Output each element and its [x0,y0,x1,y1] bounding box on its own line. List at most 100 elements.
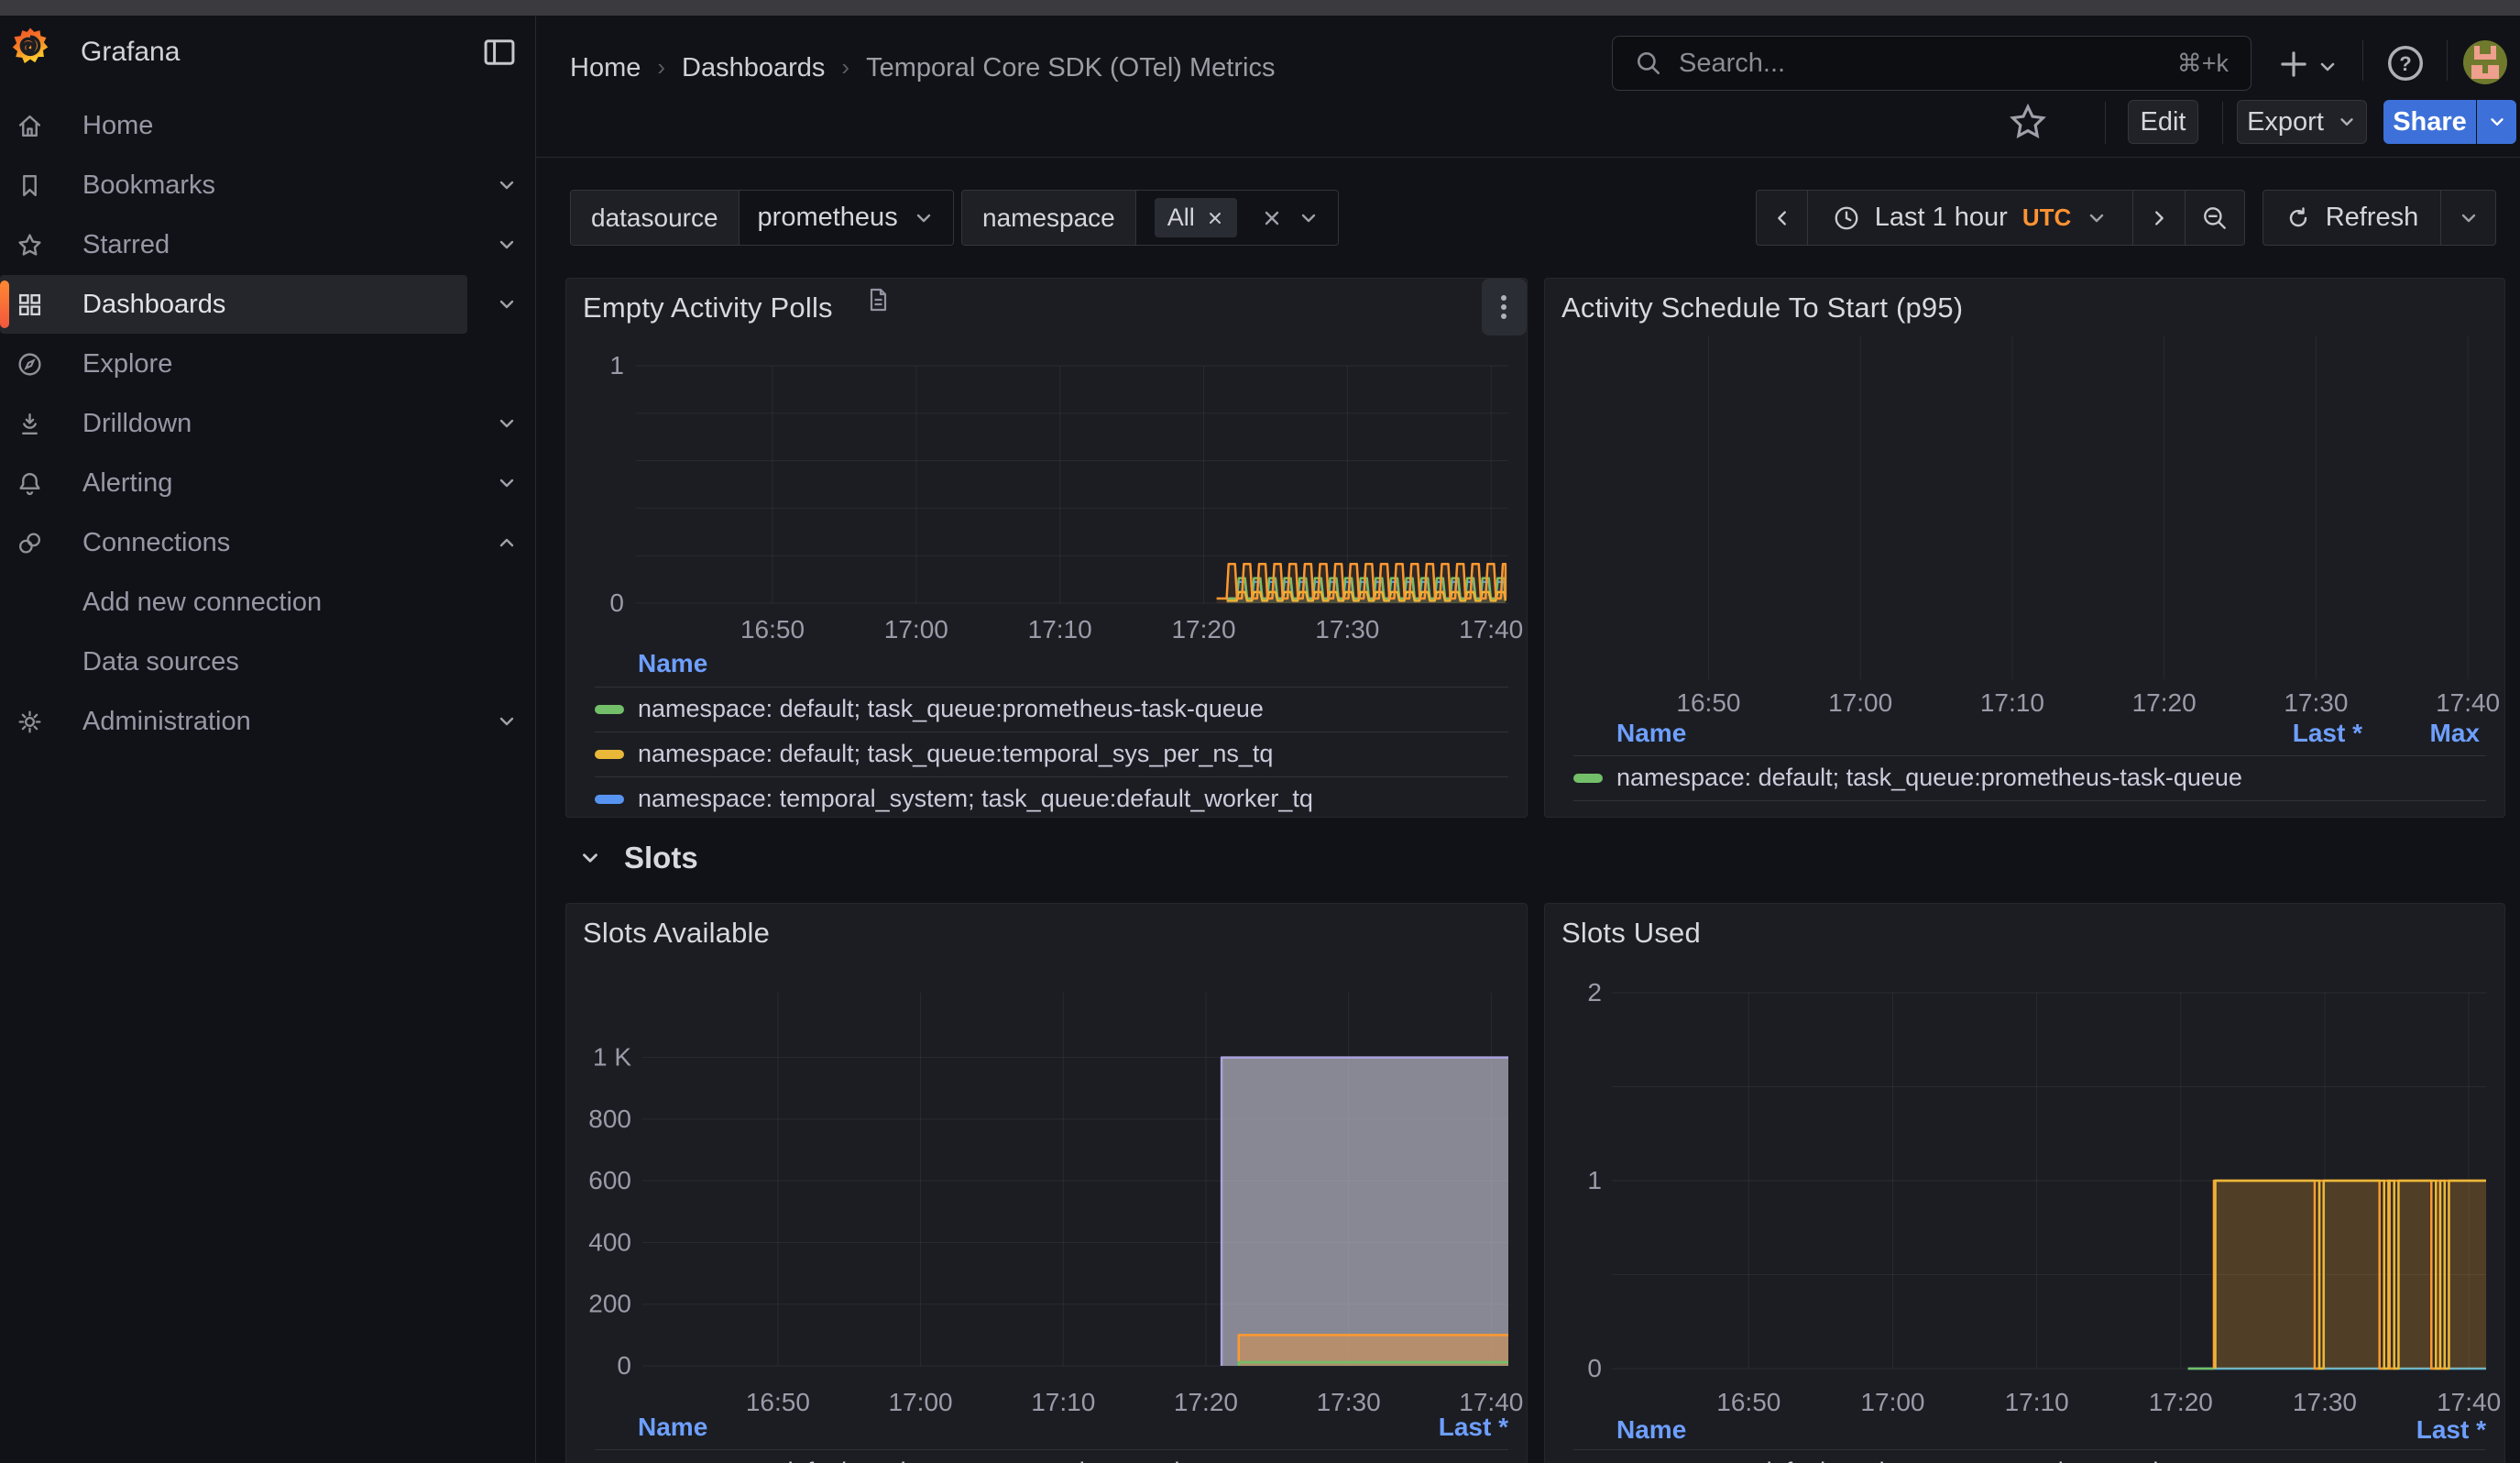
sidebar-item-connections[interactable]: Connections [0,513,535,572]
avatar[interactable] [2463,40,2507,84]
legend-series-swatch[interactable] [595,795,624,804]
time-back-button[interactable] [1756,190,1808,246]
breadcrumb-separator-icon: › [838,53,853,82]
legend-series-label[interactable]: namespace: default; task_queue:prometheu… [638,1458,1264,1463]
grafana-app: Grafana Home › Dashboards › Temporal Cor… [0,0,2520,1463]
sidebar-item-bookmarks[interactable]: Bookmarks [0,156,535,214]
chevron-down-icon[interactable] [496,472,518,494]
legend-separator [595,687,1508,688]
chevron-down-icon[interactable] [496,710,518,732]
refresh-button[interactable]: Refresh [2263,190,2441,246]
sidebar-item-administration[interactable]: Administration [0,692,535,751]
breadcrumb-home[interactable]: Home [570,53,641,83]
datasource-filter: datasource prometheus [570,190,954,246]
legend-column-name[interactable]: Name [638,649,707,678]
add-chevron-down-icon[interactable] [2317,56,2339,78]
chevron-down-icon[interactable] [496,293,518,315]
svg-text:17:30: 17:30 [2293,1388,2357,1416]
gear-icon [16,709,43,735]
legend-column-last[interactable]: Last * [566,1413,1508,1442]
time-forward-button[interactable] [2133,190,2186,246]
top-navbar: Grafana Home › Dashboards › Temporal Cor… [0,16,2520,89]
svg-text:0: 0 [1587,1354,1602,1382]
share-chevron-button[interactable] [2477,100,2516,144]
sidebar-item-drilldown[interactable]: Drilldown [0,394,535,453]
panel-title[interactable]: Slots Used [1561,917,1701,950]
namespace-filter-value[interactable]: All [1136,191,1338,245]
svg-text:0: 0 [617,1351,631,1380]
legend-separator [595,776,1508,777]
panel-description-icon[interactable] [865,287,891,313]
refresh-interval-button[interactable] [2441,190,2496,246]
namespace-chevron-down-icon [1298,207,1320,229]
panel-title[interactable]: Empty Activity Polls [583,292,833,324]
toolbar-divider [2105,102,2106,144]
legend-series-label[interactable]: namespace: default; task_queue:prometheu… [1616,764,2242,792]
breadcrumb-separator-icon: › [653,53,669,82]
search-input[interactable]: Search... ⌘+k [1612,36,2252,91]
nav-divider [2447,40,2448,81]
sidebar-item-data-sources[interactable]: Data sources [0,632,535,691]
chevron-up-icon[interactable] [496,532,518,554]
chevron-down-icon[interactable] [496,412,518,434]
row-section-slots[interactable]: Slots [578,841,698,875]
sidebar-item-add-new-connection[interactable]: Add new connection [0,573,535,632]
sidebar-item-starred[interactable]: Starred [0,215,535,274]
zoom-out-button[interactable] [2186,190,2245,246]
active-indicator [0,280,9,328]
sidebar-item-home[interactable]: Home [0,96,535,155]
panel-title[interactable]: Slots Available [583,917,770,950]
chevron-down-icon[interactable] [496,234,518,256]
sidebar-item-label: Starred [82,230,170,260]
sidebar-item-dashboards[interactable]: Dashboards [0,275,467,334]
legend-series-label[interactable]: namespace: default; task_queue:prometheu… [1616,1458,2242,1463]
namespace-filter-label: namespace [962,191,1136,245]
brand-name[interactable]: Grafana [81,16,180,89]
export-button[interactable]: Export [2237,100,2367,144]
legend-column-max[interactable]: Max [1545,719,2480,748]
panel-title[interactable]: Activity Schedule To Start (p95) [1561,292,1963,324]
grafana-logo-icon[interactable] [11,26,49,69]
legend-series-swatch[interactable] [595,750,624,759]
panel-menu-button[interactable] [1482,279,1527,336]
svg-text:800: 800 [588,1105,631,1133]
namespace-filter: namespace All [961,190,1339,246]
namespace-all-pill[interactable]: All [1155,198,1237,237]
breadcrumb-dashboards[interactable]: Dashboards [682,53,825,83]
export-chevron-down-icon [2337,112,2357,132]
sidebar-item-label: Administration [82,707,251,737]
search-shortcut: ⌘+k [2177,50,2229,78]
sidebar-item-alerting[interactable]: Alerting [0,454,535,512]
legend-series-swatch[interactable] [1573,774,1603,783]
chart-plot: 21016:5017:0017:1017:2017:3017:40 [1545,904,2505,1463]
legend-series-label[interactable]: namespace: default; task_queue:prometheu… [638,695,1264,723]
namespace-clear-icon[interactable] [1261,207,1283,229]
svg-text:17:00: 17:00 [1828,688,1892,717]
edit-button[interactable]: Edit [2128,100,2198,144]
breadcrumb-current: Temporal Core SDK (OTel) Metrics [866,53,1275,83]
sidebar-item-label: Alerting [82,468,172,499]
panel-empty-activity-polls: 1016:5017:0017:1017:2017:3017:40Empty Ac… [565,278,1528,818]
legend-column-last[interactable]: Last * [1545,1415,2486,1445]
chevron-down-icon[interactable] [496,174,518,196]
legend-series-label[interactable]: namespace: default; task_queue:temporal_… [638,740,1273,768]
svg-text:200: 200 [588,1290,631,1318]
legend-series-label[interactable]: namespace: temporal_system; task_queue:d… [638,785,1313,813]
share-chevron-down-icon [2487,112,2507,132]
bell-icon [16,470,43,497]
share-button[interactable]: Share [2383,100,2476,144]
sidebar-item-explore[interactable]: Explore [0,335,535,393]
time-range-label: Last 1 hour [1875,203,2008,233]
svg-text:1 K: 1 K [593,1043,631,1072]
pill-remove-icon[interactable] [1206,209,1224,227]
help-icon[interactable]: ? [2385,43,2426,83]
favorite-star-icon[interactable] [2008,102,2048,142]
time-range-button[interactable]: Last 1 hour UTC [1808,190,2133,246]
add-icon[interactable] [2278,49,2309,80]
svg-text:17:40: 17:40 [2436,688,2500,717]
svg-text:0: 0 [609,588,624,617]
sidebar-item-label: Bookmarks [82,170,215,201]
dock-sidebar-icon[interactable] [482,35,517,70]
legend-series-swatch[interactable] [595,705,624,714]
datasource-filter-value[interactable]: prometheus [740,191,953,245]
